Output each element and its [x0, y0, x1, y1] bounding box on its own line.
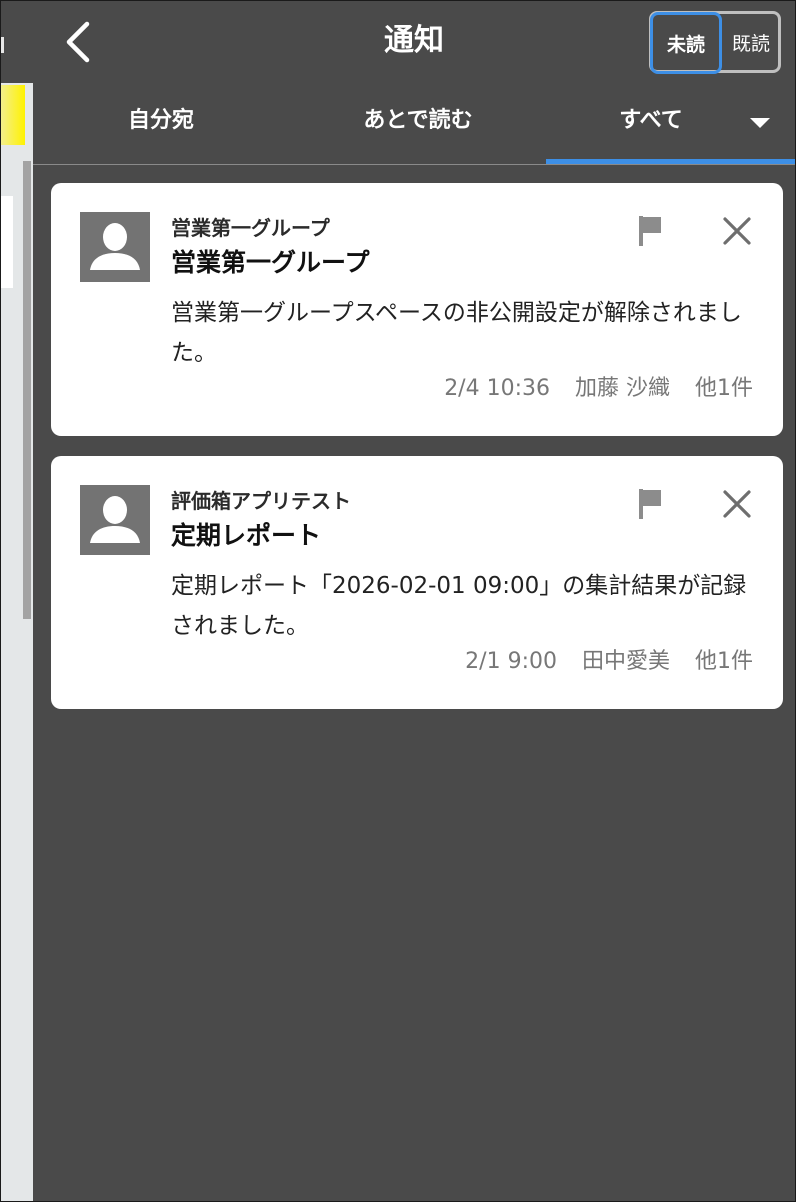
notification-card[interactable]: 営業第一グループ 営業第一グループ 営業第一グループスペースの非公開設定が解除さ…: [51, 183, 783, 436]
close-icon: [723, 217, 751, 245]
background-page-mark: [1, 37, 4, 53]
read-filter-toggle: 未読 既読: [649, 11, 781, 74]
avatar: [80, 485, 150, 555]
active-tab-indicator: [546, 159, 795, 164]
dismiss-button[interactable]: [719, 486, 755, 522]
user-silhouette-icon: [90, 223, 140, 270]
back-button[interactable]: [55, 17, 105, 67]
notification-meta: 2/4 10:36 加藤 沙織 他1件: [444, 373, 753, 405]
flag-button[interactable]: [633, 486, 667, 522]
notification-meta: 2/1 9:00 田中愛美 他1件: [465, 646, 753, 678]
notification-others-count: 他1件: [695, 649, 753, 674]
tab-dropdown-button[interactable]: [745, 113, 775, 133]
flag-button[interactable]: [633, 213, 667, 249]
avatar: [80, 212, 150, 282]
app-frame: 通知 未読 既読 自分宛 あとで読む すべて 営業第一グループ 営業第一グループ…: [0, 0, 796, 1202]
panel-header: 通知 未読 既読: [33, 1, 795, 83]
notification-message: 定期レポート「2026-02-01 09:00」の集計結果が記録されました。: [171, 573, 747, 639]
chevron-left-icon: [66, 21, 90, 63]
notification-datetime: 2/4 10:36: [444, 376, 550, 401]
notification-card[interactable]: 評価箱アプリテスト 定期レポート 定期レポート「2026-02-01 09:00…: [51, 456, 783, 709]
background-page: [1, 1, 33, 1201]
user-silhouette-icon: [90, 496, 140, 543]
notification-space-name: 営業第一グループ: [171, 216, 330, 240]
background-page-highlight: [1, 85, 25, 145]
notification-title: 営業第一グループ: [171, 248, 370, 277]
notification-title: 定期レポート: [171, 521, 322, 550]
read-toggle-button[interactable]: 既読: [722, 14, 780, 70]
notification-user: 田中愛美: [581, 649, 670, 674]
dismiss-button[interactable]: [719, 213, 755, 249]
notification-tabs: 自分宛 あとで読む すべて: [33, 83, 795, 165]
unread-toggle-button[interactable]: 未読: [650, 12, 722, 74]
notification-space-name: 評価箱アプリテスト: [171, 489, 351, 513]
notification-message: 営業第一グループスペースの非公開設定が解除されました。: [171, 300, 742, 366]
tab-read-later[interactable]: あとで読む: [323, 105, 513, 137]
tab-all[interactable]: すべて: [553, 105, 749, 137]
notification-user: 加藤 沙織: [575, 376, 670, 401]
background-scrollbar: [23, 161, 31, 619]
tab-mine[interactable]: 自分宛: [81, 105, 241, 137]
flag-icon: [639, 216, 661, 246]
notification-datetime: 2/1 9:00: [465, 649, 557, 674]
notification-others-count: 他1件: [695, 376, 753, 401]
notification-panel: 通知 未読 既読 自分宛 あとで読む すべて 営業第一グループ 営業第一グループ…: [33, 1, 795, 1201]
flag-icon: [639, 489, 661, 519]
background-page-panel: [1, 196, 13, 288]
caret-down-icon: [750, 118, 770, 128]
close-icon: [723, 490, 751, 518]
